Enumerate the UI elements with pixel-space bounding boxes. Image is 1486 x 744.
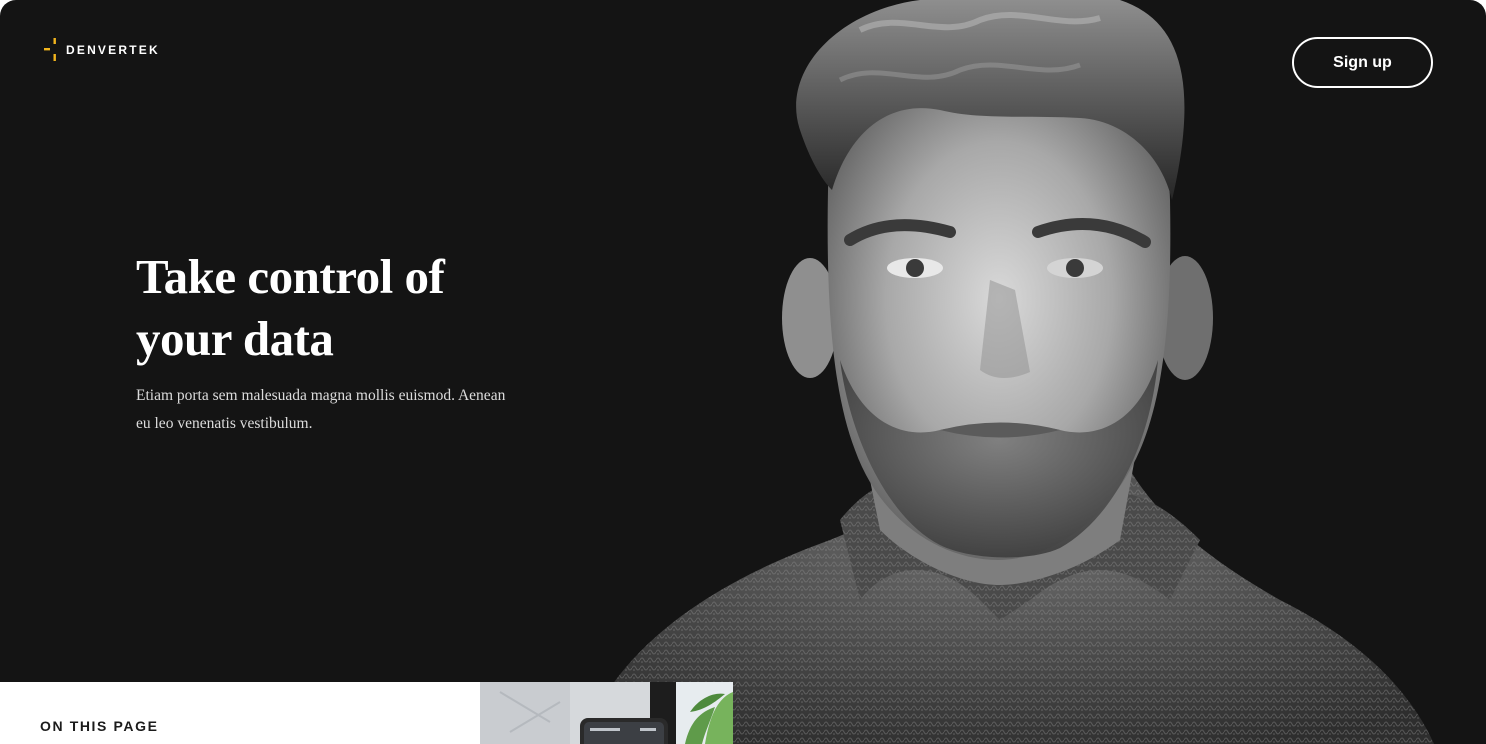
- hero-title-line-1: Take control of: [136, 249, 445, 304]
- hero-description-line-2: eu leo venenatis vestibulum.: [136, 415, 313, 432]
- signup-button[interactable]: Sign up: [1292, 37, 1433, 88]
- landing-page: DENVERTEK Sign up Take control of your d…: [0, 0, 1486, 744]
- phone-thumbnail-image[interactable]: [480, 682, 733, 744]
- hero-description: Etiam porta sem malesuada magna mollis e…: [136, 382, 576, 438]
- hero-portrait-image: [580, 0, 1434, 744]
- brand-name: DENVERTEK: [66, 43, 160, 57]
- on-this-page-heading: ON THIS PAGE: [40, 718, 159, 734]
- on-this-page-card: ON THIS PAGE: [0, 682, 480, 744]
- hero-title-line-2: your data: [136, 311, 334, 366]
- crosshair-mark-icon: [44, 38, 56, 61]
- hero-title: Take control of your data: [136, 246, 576, 370]
- hero-description-line-1: Etiam porta sem malesuada magna mollis e…: [136, 387, 506, 404]
- brand-logo[interactable]: DENVERTEK: [44, 38, 160, 62]
